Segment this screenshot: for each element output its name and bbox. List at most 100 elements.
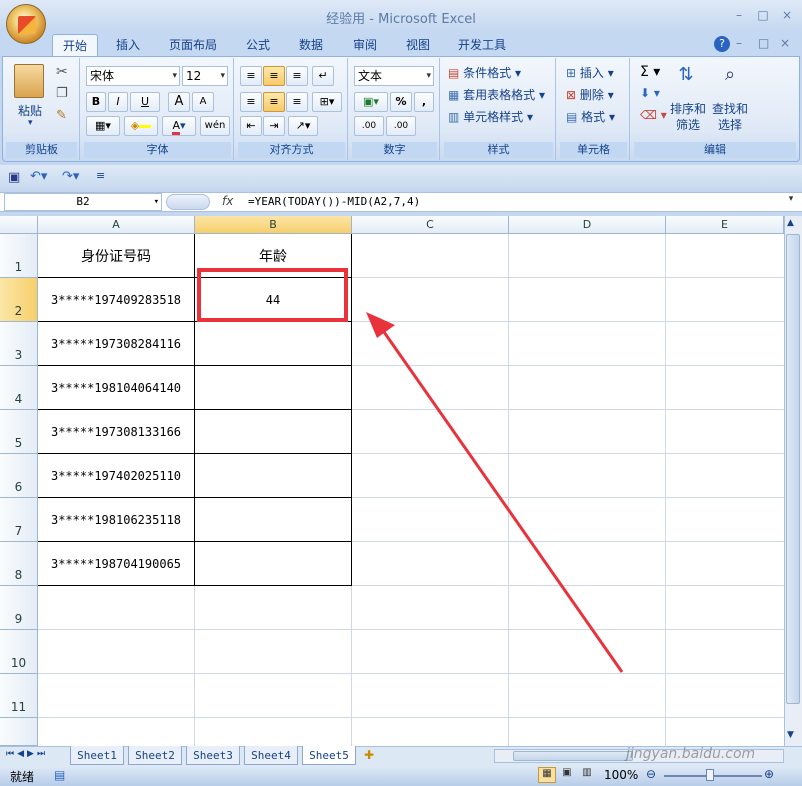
align-bottom-button[interactable]: ≡	[286, 66, 308, 86]
sheet-tab-2[interactable]: Sheet2	[128, 746, 182, 765]
wrap-text-button[interactable]: ↵	[312, 66, 334, 86]
vertical-scrollbar[interactable]: ▲ ▼	[784, 216, 802, 746]
tab-home[interactable]: 开始	[52, 34, 98, 56]
zoom-out-icon[interactable]: ⊖	[646, 767, 656, 781]
sheet-tab-5[interactable]: Sheet5	[302, 746, 356, 765]
scroll-down-icon[interactable]: ▼	[787, 730, 794, 740]
sheet-tab-3[interactable]: Sheet3	[186, 746, 240, 765]
binoculars-icon[interactable]: ⌕	[716, 64, 744, 94]
zoom-in-icon[interactable]: ⊕	[764, 767, 774, 781]
cut-icon[interactable]: ✂	[56, 64, 68, 80]
paste-label[interactable]: 粘贴	[8, 102, 52, 119]
tab-formulas[interactable]: 公式	[236, 34, 280, 56]
sheet-tab-1[interactable]: Sheet1	[70, 746, 124, 765]
normal-view-icon[interactable]: ▦	[538, 767, 556, 783]
decrease-indent-button[interactable]: ⇤	[240, 116, 262, 136]
qat-save-top[interactable]	[52, 8, 112, 24]
ribbon-restore-button[interactable]: □	[758, 36, 769, 50]
red-arrow	[366, 312, 624, 673]
formula-input[interactable]: =YEAR(TODAY())-MID(A2,7,4)	[248, 192, 420, 212]
sheet-tab-4[interactable]: Sheet4	[244, 746, 298, 765]
redo-icon[interactable]: ↷▾	[62, 169, 79, 184]
zoom-slider-thumb[interactable]	[706, 769, 714, 781]
formula-bar-splitter[interactable]	[166, 194, 210, 210]
grow-font-button[interactable]: A	[168, 92, 190, 112]
minimize-button[interactable]: –	[728, 6, 750, 24]
ribbon-close-button[interactable]: ×	[780, 36, 790, 50]
autosum-button[interactable]: Σ ▾	[640, 64, 660, 80]
align-top-button[interactable]: ≡	[240, 66, 262, 86]
close-button[interactable]: ×	[776, 6, 798, 24]
cell-styles-button[interactable]: ▥ 单元格样式 ▾	[448, 108, 533, 125]
number-format-combo[interactable]: 文本 ▾	[354, 66, 434, 86]
format-as-table-button[interactable]: ▦ 套用表格格式 ▾	[448, 86, 545, 103]
scroll-thumb[interactable]	[786, 234, 800, 704]
increase-indent-button[interactable]: ⇥	[263, 116, 285, 136]
sort-filter-label-2[interactable]: 筛选	[668, 116, 708, 133]
borders-button[interactable]: ▦▾	[86, 116, 120, 136]
tab-review[interactable]: 审阅	[342, 34, 388, 56]
shrink-font-button[interactable]: A	[192, 92, 214, 112]
currency-button[interactable]: ▣▾	[354, 92, 388, 112]
find-select-label-1[interactable]: 查找和	[710, 100, 750, 117]
underline-button[interactable]: U	[130, 92, 160, 112]
phonetic-button[interactable]: wén	[200, 116, 230, 136]
sort-filter-icon[interactable]: ⇅	[672, 64, 700, 94]
fill-button[interactable]: ⬇ ▾	[640, 86, 660, 100]
page-break-view-icon[interactable]: ▥	[578, 767, 596, 783]
insert-cells-button[interactable]: ⊞ 插入 ▾	[566, 64, 614, 81]
find-select-label-2[interactable]: 选择	[710, 116, 750, 133]
fill-color-button[interactable]: ◈	[124, 116, 158, 136]
macro-record-icon[interactable]: ▤	[54, 768, 65, 782]
save-icon[interactable]: ▣	[8, 170, 20, 185]
delete-cells-button[interactable]: ⊠ 删除 ▾	[566, 86, 614, 103]
worksheet-grid[interactable]: A B C D E 1 2 3 4 5 6 7 8 9 10 11 身份证号码 …	[0, 216, 784, 746]
sort-filter-label-1[interactable]: 排序和	[668, 100, 708, 117]
align-middle-button[interactable]: ≡	[263, 66, 285, 86]
merge-center-button[interactable]: ⊞▾	[312, 92, 342, 112]
percent-button[interactable]: %	[390, 92, 412, 112]
increase-decimal-button[interactable]: .00	[354, 116, 384, 136]
expand-formula-bar-icon[interactable]: ▾	[784, 194, 798, 210]
orientation-button[interactable]: ↗▾	[288, 116, 318, 136]
clear-button[interactable]: ⌫ ▾	[640, 108, 667, 122]
font-color-button[interactable]: A▾	[162, 116, 196, 136]
copy-icon[interactable]: ❐	[56, 86, 68, 101]
align-right-button[interactable]: ≡	[286, 92, 308, 112]
office-button[interactable]	[6, 4, 46, 44]
customize-qat-icon[interactable]: ≡	[96, 169, 105, 182]
comma-button[interactable]: ,	[414, 92, 434, 112]
zoom-level[interactable]: 100%	[604, 768, 638, 782]
tab-developer[interactable]: 开发工具	[448, 34, 516, 56]
conditional-format-button[interactable]: ▤ 条件格式 ▾	[448, 64, 521, 81]
maximize-button[interactable]: □	[752, 6, 774, 24]
page-layout-view-icon[interactable]: ▣	[558, 767, 576, 783]
decrease-decimal-button[interactable]: .00	[386, 116, 416, 136]
paste-icon[interactable]	[14, 64, 44, 98]
italic-button[interactable]: I	[108, 92, 128, 112]
tab-view[interactable]: 视图	[396, 34, 440, 56]
tab-insert[interactable]: 插入	[108, 34, 148, 56]
help-icon[interactable]: ?	[714, 36, 730, 52]
bold-button[interactable]: B	[86, 92, 106, 112]
name-box-value: B2	[76, 195, 90, 208]
paste-dropdown-icon[interactable]: ▾	[28, 118, 33, 128]
scroll-up-icon[interactable]: ▲	[787, 218, 794, 228]
tab-page-layout[interactable]: 页面布局	[160, 34, 226, 56]
eraser-icon: ⌫	[640, 108, 657, 122]
undo-icon[interactable]: ↶▾	[30, 169, 47, 184]
sheet-nav-icons[interactable]: ⏮◀▶⏭	[6, 749, 48, 759]
align-center-button[interactable]: ≡	[263, 92, 285, 112]
align-left-button[interactable]: ≡	[240, 92, 262, 112]
fx-icon[interactable]: fx	[222, 194, 233, 208]
format-painter-icon[interactable]: ✎	[56, 108, 67, 123]
font-name-combo[interactable]: 宋体 ▾	[86, 66, 180, 86]
tab-data[interactable]: 数据	[288, 34, 334, 56]
insert-sheet-icon[interactable]: ✚	[364, 748, 374, 762]
ribbon-minimize-button[interactable]: –	[736, 36, 742, 50]
hscroll-thumb[interactable]	[513, 751, 633, 761]
font-size-combo[interactable]: 12 ▾	[182, 66, 228, 86]
format-cells-button[interactable]: ▤ 格式 ▾	[566, 108, 615, 125]
name-box[interactable]: B2 ▾	[4, 193, 162, 211]
number-format-value: 文本	[358, 69, 383, 83]
